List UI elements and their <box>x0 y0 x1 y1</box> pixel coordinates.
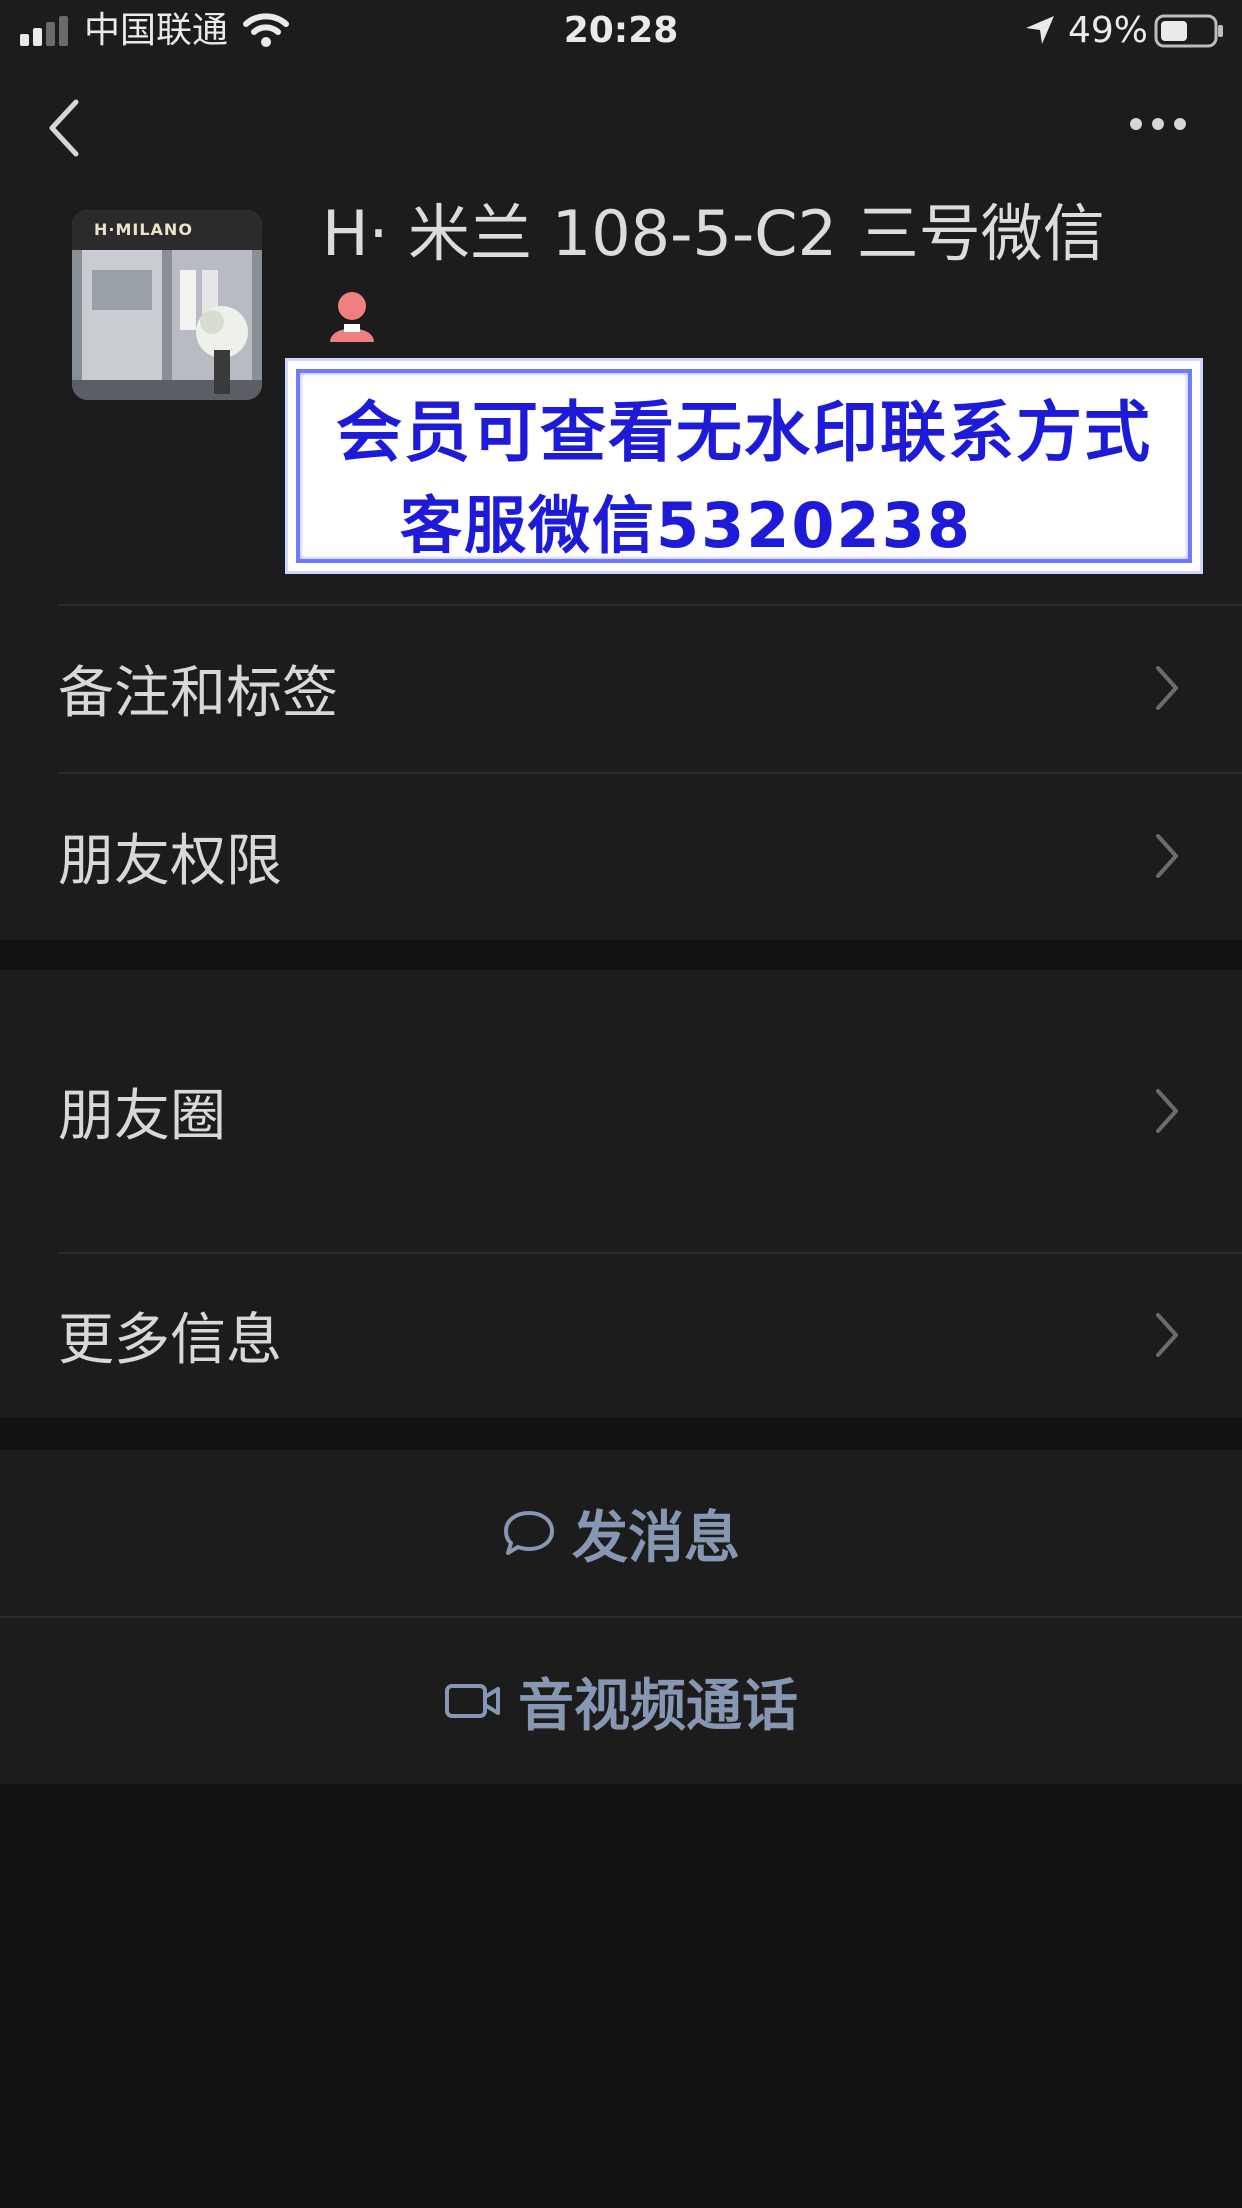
battery-icon <box>1154 14 1223 48</box>
contact-name: H· 米兰 108-5-C2 三号微信 <box>322 197 1105 270</box>
row-remarks-and-tags[interactable]: 备注和标签 <box>0 604 1242 772</box>
chevron-right-icon <box>1156 1313 1178 1357</box>
battery-percentage: 49% <box>1068 10 1149 51</box>
row-friend-permissions[interactable]: 朋友权限 <box>0 772 1242 940</box>
row-label: 朋友圈 <box>58 1083 226 1149</box>
row-label: 备注和标签 <box>58 660 338 726</box>
row-moments[interactable]: 朋友圈 <box>0 970 1242 1252</box>
watermark-line-2: 客服微信5320238 <box>400 489 972 562</box>
avatar[interactable]: H·MILANO <box>72 210 262 400</box>
location-arrow-icon <box>1026 16 1054 44</box>
menu-group-moments: 朋友圈 更多信息 <box>0 970 1242 1418</box>
chevron-right-icon <box>1156 1089 1178 1133</box>
profile-header: H·MILANO H· 米兰 108-5-C2 三号微信 会员可查看无水印联系方… <box>0 192 1242 604</box>
row-label: 朋友权限 <box>58 828 282 894</box>
navigation-bar <box>0 62 1242 192</box>
row-more-info[interactable]: 更多信息 <box>0 1252 1242 1418</box>
video-call-label: 音视频通话 <box>518 1673 798 1739</box>
watermark-banner: 会员可查看无水印联系方式 客服微信5320238 <box>285 358 1203 574</box>
avatar-sign-text: H·MILANO <box>94 220 193 239</box>
send-message-label: 发消息 <box>572 1505 740 1571</box>
back-chevron-icon[interactable] <box>44 98 84 158</box>
chevron-right-icon <box>1156 666 1178 710</box>
video-camera-icon <box>445 1684 500 1718</box>
row-label: 更多信息 <box>58 1307 282 1373</box>
send-message-button[interactable]: 发消息 <box>0 1450 1242 1616</box>
chevron-right-icon <box>1156 834 1178 878</box>
more-dots-icon[interactable] <box>1128 114 1188 134</box>
watermark-line-1: 会员可查看无水印联系方式 <box>336 394 1152 471</box>
chat-bubble-icon <box>504 1511 554 1555</box>
female-person-icon <box>330 292 374 342</box>
status-bar: 中国联通 20:28 49% <box>0 0 1242 62</box>
video-call-button[interactable]: 音视频通话 <box>0 1618 1242 1784</box>
menu-group-settings: 备注和标签 朋友权限 <box>0 604 1242 940</box>
